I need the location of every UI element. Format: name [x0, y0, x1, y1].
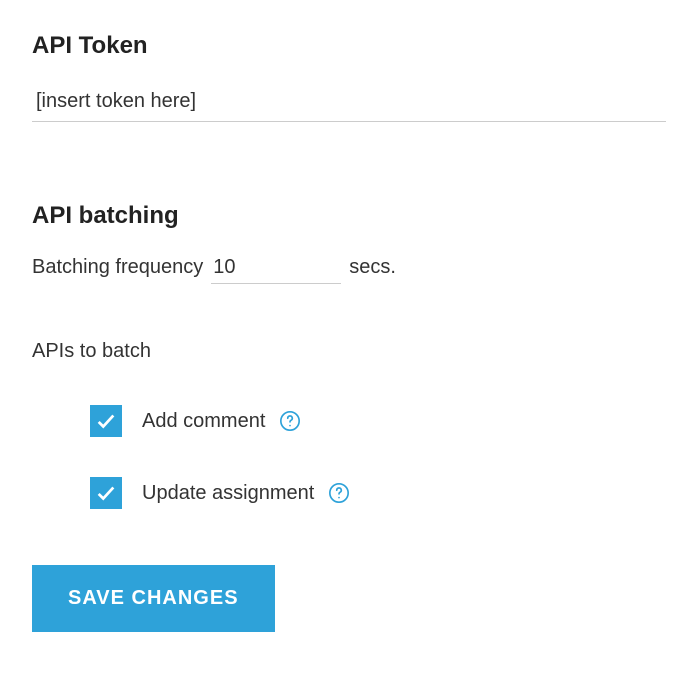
- list-item: Add comment: [90, 405, 666, 437]
- api-batching-section: API batching Batching frequency secs. AP…: [32, 202, 666, 632]
- api-token-input[interactable]: [32, 84, 666, 122]
- batching-frequency-label: Batching frequency: [32, 256, 203, 279]
- apis-to-batch-label: APIs to batch: [32, 340, 666, 363]
- api-token-heading: API Token: [32, 32, 666, 60]
- help-icon[interactable]: [279, 410, 301, 432]
- save-changes-button[interactable]: SAVE CHANGES: [32, 565, 275, 632]
- add-comment-label: Add comment: [142, 410, 265, 433]
- api-token-section: API Token: [32, 32, 666, 122]
- batching-frequency-row: Batching frequency secs.: [32, 254, 666, 284]
- help-icon[interactable]: [328, 482, 350, 504]
- list-item: Update assignment: [90, 477, 666, 509]
- add-comment-checkbox[interactable]: [90, 405, 122, 437]
- checkmark-icon: [95, 482, 117, 504]
- update-assignment-label: Update assignment: [142, 482, 314, 505]
- api-batching-heading: API batching: [32, 202, 666, 230]
- apis-to-batch-list: Add comment Update assignment: [32, 405, 666, 509]
- batching-frequency-input[interactable]: [211, 254, 341, 284]
- checkmark-icon: [95, 410, 117, 432]
- update-assignment-checkbox[interactable]: [90, 477, 122, 509]
- batching-frequency-unit: secs.: [349, 256, 396, 279]
